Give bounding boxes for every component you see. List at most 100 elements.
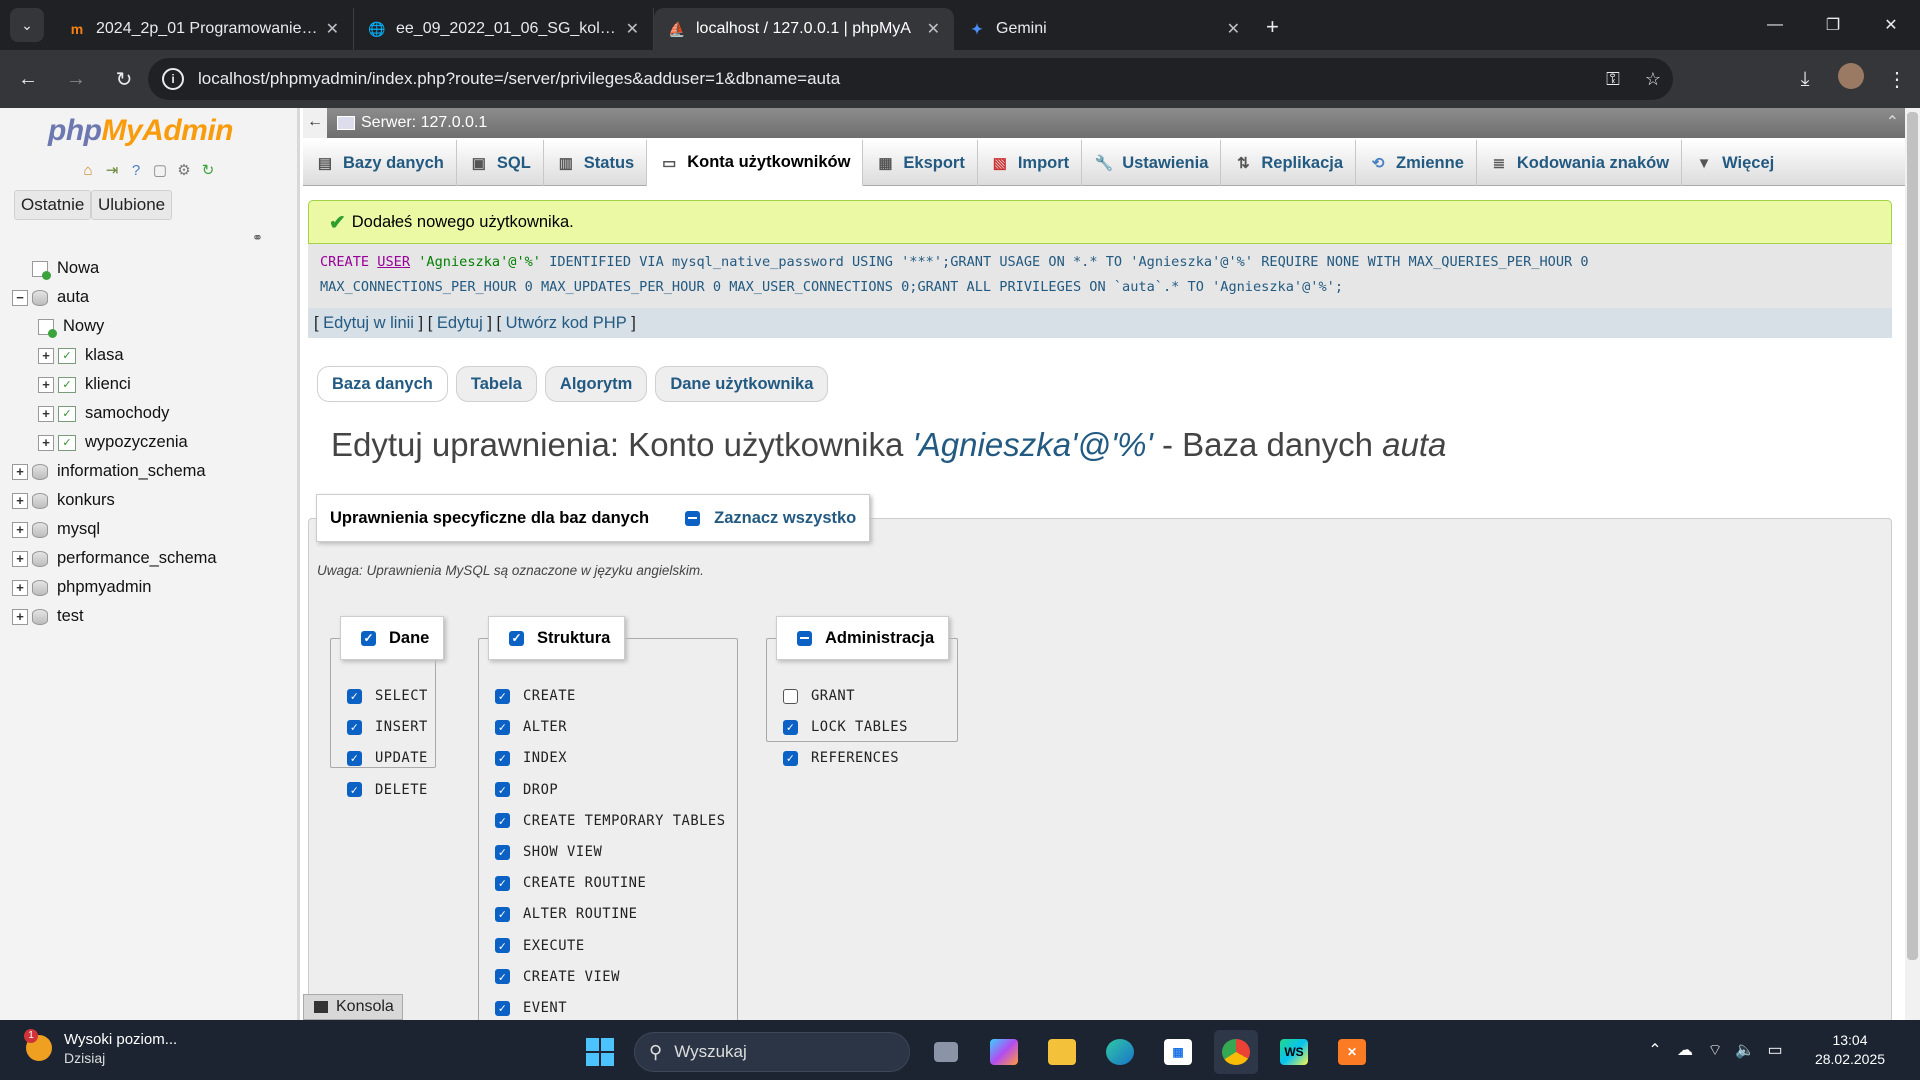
inline-edit-link[interactable]: Edytuj w linii <box>323 314 414 333</box>
close-window-icon[interactable]: ✕ <box>1862 0 1920 50</box>
tree-item-db-performance-schema[interactable]: + performance_schema <box>12 544 297 573</box>
privilege-alter[interactable]: ✓ ALTER <box>495 719 567 735</box>
password-key-icon[interactable]: ⚿ <box>1593 69 1633 90</box>
site-info-icon[interactable]: i <box>162 68 184 90</box>
group-structure-legend[interactable]: ✓ Struktura <box>488 616 626 660</box>
expand-icon[interactable]: + <box>12 492 28 509</box>
privilege-checkbox[interactable]: ✓ <box>495 844 510 860</box>
privilege-update[interactable]: ✓ UPDATE <box>347 750 428 766</box>
scroll-top-icon[interactable]: ⌃ <box>1886 112 1899 132</box>
menu-replication[interactable]: ⇅ Replikacja <box>1221 140 1357 186</box>
collapse-nav-icon[interactable]: ← <box>303 108 327 138</box>
forward-button[interactable]: → <box>56 59 96 99</box>
volume-muted-icon[interactable]: 🔈 <box>1730 1040 1760 1060</box>
back-button[interactable]: ← <box>8 59 48 99</box>
close-tab-icon[interactable]: ✕ <box>626 19 639 39</box>
menu-sql[interactable]: ▣ SQL <box>457 140 544 186</box>
download-icon[interactable]: ⤓ <box>1782 68 1828 91</box>
edit-link[interactable]: Edytuj <box>437 314 483 333</box>
tree-item-db-konkurs[interactable]: + konkurs <box>12 486 297 515</box>
menu-databases[interactable]: ▤ Bazy danych <box>303 140 457 186</box>
tree-item-table-klienci[interactable]: + ✓ klienci <box>12 370 297 399</box>
privilege-checkbox[interactable]: ✓ <box>347 719 362 735</box>
privilege-checkbox[interactable]: ✓ <box>495 813 510 829</box>
collapse-icon[interactable]: − <box>12 289 28 306</box>
privilege-event[interactable]: ✓ EVENT <box>495 1000 567 1016</box>
privilege-select[interactable]: ✓ SELECT <box>347 688 428 704</box>
select-all-checkbox[interactable] <box>685 510 701 526</box>
browser-tab-active[interactable]: ⛵ localhost / 127.0.0.1 | phpMyA ✕ <box>654 8 954 50</box>
privilege-checkbox[interactable]: ✓ <box>495 750 510 766</box>
phpmyadmin-logo[interactable]: phpMyAdmin <box>48 114 233 148</box>
start-button[interactable] <box>580 1032 620 1072</box>
subtab-user-data[interactable]: Dane użytkownika <box>655 366 829 402</box>
privilege-create-routine[interactable]: ✓ CREATE ROUTINE <box>495 875 646 891</box>
expand-icon[interactable]: + <box>38 376 54 393</box>
privilege-index[interactable]: ✓ INDEX <box>495 750 567 766</box>
privilege-checkbox[interactable] <box>783 688 798 704</box>
menu-status[interactable]: ▥ Status <box>544 140 648 186</box>
expand-icon[interactable]: + <box>38 434 54 451</box>
menu-charsets[interactable]: ≣ Kodowania znaków <box>1477 140 1683 186</box>
favorite-tables-tab[interactable]: Ulubione <box>91 190 173 220</box>
link-with-main-icon[interactable]: ⚭ <box>252 230 263 246</box>
title-account-link[interactable]: 'Agnieszka'@'%' <box>913 426 1153 463</box>
privilege-checkbox[interactable]: ✓ <box>495 688 510 704</box>
tree-item-new-db[interactable]: Nowa <box>12 254 297 283</box>
onedrive-icon[interactable]: ☁ <box>1670 1040 1700 1060</box>
privilege-checkbox[interactable]: ✓ <box>495 938 510 954</box>
privilege-delete[interactable]: ✓ DELETE <box>347 782 428 798</box>
subtab-routine[interactable]: Algorytm <box>544 366 648 402</box>
privilege-checkbox[interactable]: ✓ <box>347 688 362 704</box>
group-data-legend[interactable]: ✓ Dane <box>340 616 445 660</box>
privilege-alter-routine[interactable]: ✓ ALTER ROUTINE <box>495 906 637 922</box>
home-icon[interactable]: ⌂ <box>78 160 98 180</box>
tree-item-table-samochody[interactable]: + ✓ samochody <box>12 399 297 428</box>
tree-item-db-auta[interactable]: − auta <box>12 283 297 312</box>
xampp-icon[interactable]: ✕ <box>1330 1030 1374 1074</box>
scrollbar-thumb[interactable] <box>1907 112 1918 960</box>
new-tab-button[interactable]: + <box>1266 14 1279 40</box>
expand-icon[interactable]: + <box>12 521 28 538</box>
privilege-execute[interactable]: ✓ EXECUTE <box>495 938 585 954</box>
privilege-checkbox[interactable]: ✓ <box>783 750 798 766</box>
tree-item-table-wypozyczenia[interactable]: + ✓ wypozyczenia <box>12 428 297 457</box>
privilege-lock-tables[interactable]: ✓ LOCK TABLES <box>783 719 908 735</box>
privilege-show-view[interactable]: ✓ SHOW VIEW <box>495 844 602 860</box>
privilege-checkbox[interactable]: ✓ <box>783 719 798 735</box>
expand-icon[interactable]: + <box>12 579 28 596</box>
expand-icon[interactable]: + <box>12 463 28 480</box>
browser-menu-icon[interactable]: ⋮ <box>1874 67 1920 92</box>
menu-variables[interactable]: ⟲ Zmienne <box>1356 140 1477 186</box>
reload-button[interactable]: ↻ <box>104 59 144 99</box>
wifi-icon[interactable]: ⌔ <box>1700 1040 1730 1060</box>
expand-icon[interactable]: + <box>38 405 54 422</box>
expand-icon[interactable]: + <box>12 608 28 625</box>
subtab-database[interactable]: Baza danych <box>317 366 448 402</box>
privilege-checkbox[interactable]: ✓ <box>495 906 510 922</box>
tray-chevron-icon[interactable]: ⌃ <box>1640 1040 1670 1060</box>
restore-icon[interactable]: ❐ <box>1804 0 1862 50</box>
privilege-checkbox[interactable]: ✓ <box>347 782 362 798</box>
edge-icon[interactable] <box>1098 1030 1142 1074</box>
minimize-icon[interactable]: — <box>1746 0 1804 50</box>
subtab-table[interactable]: Tabela <box>455 366 537 402</box>
address-bar[interactable]: i localhost/phpmyadmin/index.php?route=/… <box>148 58 1673 100</box>
tab-search-button[interactable]: ⌄ <box>10 8 44 42</box>
docs-icon[interactable]: ▢ <box>150 160 170 180</box>
privilege-checkbox[interactable]: ✓ <box>495 782 510 798</box>
privilege-create-temporary-tables[interactable]: ✓ CREATE TEMPORARY TABLES <box>495 813 726 829</box>
menu-user-accounts[interactable]: ▭ Konta użytkowników <box>647 140 864 186</box>
clock[interactable]: 13:04 28.02.2025 <box>1790 1031 1910 1069</box>
profile-avatar[interactable] <box>1828 63 1874 95</box>
privilege-create-view[interactable]: ✓ CREATE VIEW <box>495 969 620 985</box>
browser-tab[interactable]: ✦ Gemini ✕ <box>954 8 1254 50</box>
select-all-toggle[interactable]: Zaznacz wszystko <box>685 509 856 528</box>
copilot-icon[interactable] <box>982 1030 1026 1074</box>
menu-more[interactable]: ▼ Więcej <box>1682 140 1786 186</box>
privilege-checkbox[interactable]: ✓ <box>495 719 510 735</box>
privilege-checkbox[interactable]: ✓ <box>495 969 510 985</box>
settings-gear-icon[interactable]: ⚙ <box>174 160 194 180</box>
group-data-checkbox[interactable]: ✓ <box>361 630 376 646</box>
sql-keyword-link[interactable]: USER <box>377 254 410 270</box>
